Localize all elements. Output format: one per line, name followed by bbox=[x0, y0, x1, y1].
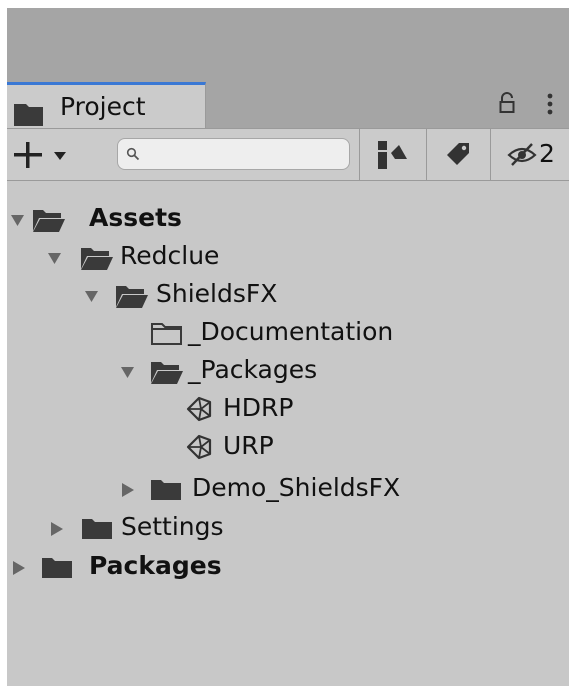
project-toolbar: 2 bbox=[7, 129, 569, 181]
tab-label: Project bbox=[60, 92, 146, 121]
filter-by-label-icon[interactable] bbox=[445, 141, 471, 167]
tree-item-packages-folder[interactable]: _Packages bbox=[7, 352, 569, 390]
tree-item-label: _Packages bbox=[188, 355, 318, 384]
tree-item-label: Demo_ShieldsFX bbox=[192, 473, 401, 502]
editor-top-area bbox=[7, 8, 569, 82]
folder-open-icon bbox=[116, 286, 148, 308]
tree-item-label: Assets bbox=[89, 203, 182, 232]
tree-item-demo-shieldsfx[interactable]: Demo_ShieldsFX bbox=[7, 470, 569, 508]
kebab-menu-icon[interactable] bbox=[545, 92, 555, 116]
folder-open-icon bbox=[81, 248, 113, 270]
folder-empty-icon bbox=[151, 323, 182, 345]
folder-open-icon bbox=[151, 362, 183, 384]
search-field[interactable] bbox=[117, 138, 350, 170]
unity-package-icon bbox=[186, 396, 212, 422]
toolbar-separator bbox=[490, 129, 491, 180]
folder-open-icon bbox=[33, 210, 65, 232]
expanded-arrow-icon[interactable] bbox=[84, 289, 99, 303]
folder-icon bbox=[42, 558, 72, 578]
tree-item-label: ShieldsFX bbox=[156, 279, 278, 308]
filter-by-type-icon[interactable] bbox=[375, 139, 409, 171]
lock-icon[interactable] bbox=[499, 92, 515, 114]
toolbar-separator bbox=[426, 129, 427, 180]
toolbar-separator bbox=[359, 129, 360, 180]
eye-slash-icon[interactable] bbox=[507, 141, 537, 167]
tree-item-redclue[interactable]: Redclue bbox=[7, 238, 569, 276]
tree-item-label: URP bbox=[223, 431, 274, 460]
tree-item-label: Settings bbox=[121, 512, 224, 541]
tree-item-packages[interactable]: Packages bbox=[7, 548, 569, 586]
hidden-packages-count: 2 bbox=[539, 139, 555, 168]
tree-item-urp[interactable]: URP bbox=[7, 428, 569, 466]
expanded-arrow-icon[interactable] bbox=[120, 365, 135, 379]
tree-item-label: Packages bbox=[89, 551, 222, 580]
tree-item-label: _Documentation bbox=[188, 317, 394, 346]
collapsed-arrow-icon[interactable] bbox=[11, 561, 26, 575]
expanded-arrow-icon[interactable] bbox=[47, 251, 62, 265]
search-icon bbox=[126, 147, 140, 161]
folder-icon bbox=[151, 480, 181, 500]
tab-project[interactable]: Project bbox=[7, 82, 206, 128]
collapsed-arrow-icon[interactable] bbox=[120, 483, 135, 497]
tree-item-label: HDRP bbox=[223, 393, 294, 422]
collapsed-arrow-icon[interactable] bbox=[49, 522, 64, 536]
tree-item-assets[interactable]: Assets bbox=[7, 200, 569, 238]
chevron-down-icon[interactable] bbox=[53, 151, 67, 161]
search-input[interactable] bbox=[146, 142, 345, 168]
tree-item-documentation[interactable]: _Documentation bbox=[7, 314, 569, 352]
project-window: Project 2 Assets Redclue ShieldsFX _Docu… bbox=[7, 8, 569, 686]
unity-package-icon bbox=[186, 434, 212, 460]
tree-item-label: Redclue bbox=[120, 241, 220, 270]
folder-icon bbox=[82, 519, 112, 539]
expanded-arrow-icon[interactable] bbox=[10, 213, 25, 227]
tree-item-settings[interactable]: Settings bbox=[7, 509, 569, 547]
tab-bar: Project bbox=[7, 82, 569, 129]
folder-icon bbox=[14, 104, 43, 126]
create-plus-icon[interactable] bbox=[11, 140, 45, 170]
tree-item-hdrp[interactable]: HDRP bbox=[7, 390, 569, 428]
tree-item-shieldsfx[interactable]: ShieldsFX bbox=[7, 276, 569, 314]
